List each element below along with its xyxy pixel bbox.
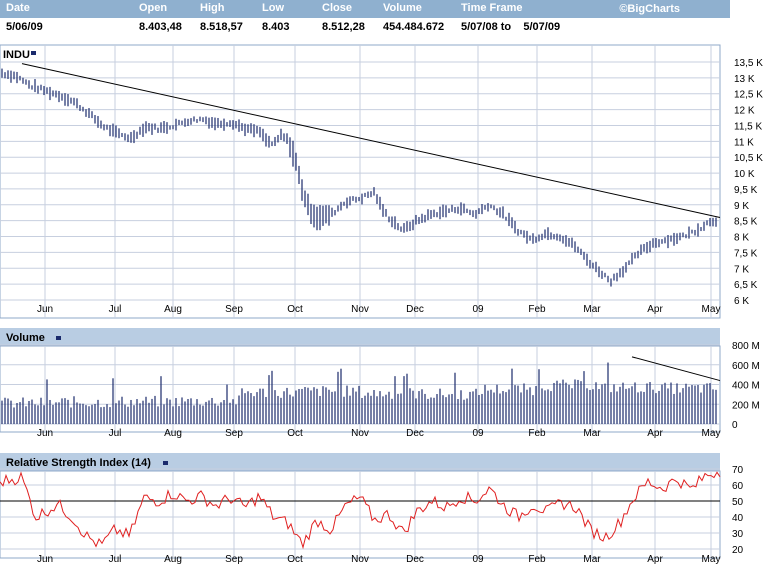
month-label: Apr: [647, 428, 663, 439]
month-label: Feb: [528, 304, 546, 315]
month-label: Oct: [287, 304, 303, 315]
month-label: Sep: [225, 304, 243, 315]
month-label: Sep: [225, 428, 243, 439]
month-label: Mar: [583, 304, 601, 315]
month-label: Apr: [647, 304, 663, 315]
month-label: Aug: [164, 428, 182, 439]
price-tick-label: 7 K: [734, 264, 749, 275]
month-label: 09: [472, 304, 484, 315]
price-tick-label: 13,5 K: [734, 58, 763, 69]
price-tick-label: 10 K: [734, 169, 755, 180]
price-tick-label: 13 K: [734, 74, 755, 85]
price-tick-label: 11 K: [734, 137, 754, 148]
volume-tick-label: 0: [732, 420, 738, 431]
month-label: Jul: [109, 304, 122, 315]
month-label: Dec: [406, 304, 424, 315]
price-tick-label: 6,5 K: [734, 280, 758, 291]
price-tick-label: 7,5 K: [734, 248, 758, 259]
rsi-tick-label: 20: [732, 545, 744, 556]
volume-tick-label: 600 M: [732, 361, 760, 372]
volume-title-bar: [0, 328, 720, 346]
month-label: Jun: [37, 304, 53, 315]
month-label: Oct: [287, 554, 303, 565]
price-tick-label: 9 K: [734, 201, 749, 212]
month-label: Mar: [583, 428, 601, 439]
price-tick-label: 12,5 K: [734, 90, 763, 101]
legend-square-icon: [163, 461, 168, 465]
rsi-tick-label: 40: [732, 513, 744, 524]
month-label: Feb: [528, 428, 546, 439]
price-tick-label: 10,5 K: [734, 153, 763, 164]
month-label: Aug: [164, 304, 182, 315]
rsi-tick-label: 30: [732, 529, 744, 540]
month-label: Jun: [37, 428, 53, 439]
month-label: Sep: [225, 554, 243, 565]
volume-tick-label: 400 M: [732, 381, 760, 392]
month-label: Jul: [109, 428, 122, 439]
month-label: Nov: [351, 428, 369, 439]
month-label: Nov: [351, 304, 369, 315]
month-label: Jun: [37, 554, 53, 565]
month-label: 09: [472, 428, 484, 439]
month-label: Nov: [351, 554, 369, 565]
legend-square-icon: [56, 336, 61, 340]
month-label: Mar: [583, 554, 601, 565]
month-label: Jul: [109, 554, 122, 565]
price-panel-title: INDU: [3, 49, 30, 61]
month-label: Feb: [528, 554, 546, 565]
price-tick-label: 9,5 K: [734, 185, 758, 196]
month-label: Oct: [287, 428, 303, 439]
month-label: May: [702, 304, 721, 315]
month-label: Aug: [164, 554, 182, 565]
legend-square-icon: [31, 51, 36, 55]
rsi-tick-label: 50: [732, 497, 744, 508]
month-label: 09: [472, 554, 484, 565]
rsi-tick-label: 60: [732, 481, 744, 492]
rsi-tick-label: 70: [732, 465, 744, 476]
month-label: May: [702, 428, 721, 439]
month-label: Dec: [406, 428, 424, 439]
rsi-panel-title: Relative Strength Index (14): [6, 457, 151, 469]
volume-tick-label: 800 M: [732, 341, 760, 352]
volume-tick-label: 200 M: [732, 400, 760, 411]
stock-chart: 6 K 6,5 K 7 K 7,5 K 8 K 8,5 K 9 K 9,5 K 10 K 10,5…: [0, 44, 763, 565]
month-label: May: [702, 554, 721, 565]
price-tick-label: 8,5 K: [734, 217, 758, 228]
volume-panel-title: Volume: [6, 332, 45, 344]
month-label: Apr: [647, 554, 663, 565]
price-tick-label: 6 K: [734, 296, 749, 307]
price-tick-label: 12 K: [734, 106, 755, 117]
price-tick-label: 8 K: [734, 233, 749, 244]
month-label: Dec: [406, 554, 424, 565]
price-tick-label: 11,5 K: [734, 121, 762, 132]
